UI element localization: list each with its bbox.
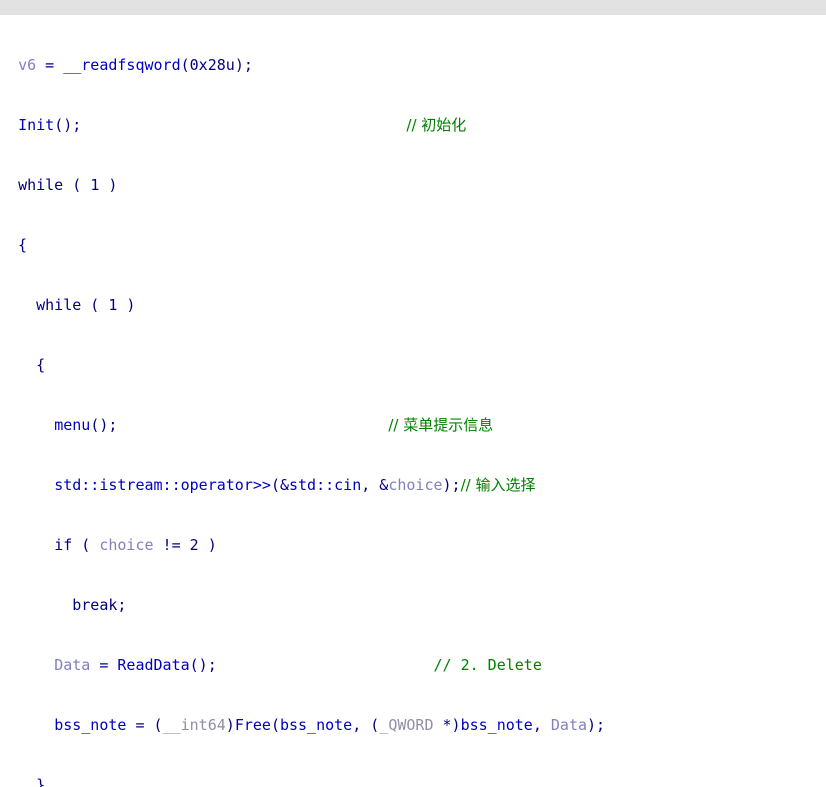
token-function[interactable]: menu [54, 416, 90, 434]
code-line[interactable]: std::istream::operator>>(&std::cin, &cho… [0, 475, 826, 495]
code-line[interactable]: menu(); // 菜单提示信息 [0, 415, 826, 435]
token-function[interactable]: Init [18, 116, 54, 134]
pseudocode-view[interactable]: v6 = __readfsqword(0x28u); Init(); // 初始… [0, 15, 826, 787]
code-line[interactable]: while ( 1 ) [0, 175, 826, 195]
title-bar [0, 0, 826, 15]
token-variable[interactable]: Data [551, 716, 587, 734]
code-comment: // 初始化 [406, 116, 467, 134]
token-function[interactable]: std::istream::operator>> [54, 476, 271, 494]
code-line[interactable]: v6 = __readfsqword(0x28u); [0, 55, 826, 75]
code-line[interactable]: while ( 1 ) [0, 295, 826, 315]
code-line[interactable]: { [0, 235, 826, 255]
token-variable[interactable]: Data [54, 656, 90, 674]
code-line[interactable]: bss_note = (__int64)Free(bss_note, (_QWO… [0, 715, 826, 735]
token-variable[interactable]: v6 [18, 56, 36, 74]
code-comment: // 菜单提示信息 [388, 416, 494, 434]
token-function[interactable]: ReadData [117, 656, 189, 674]
code-comment: // 2. Delete [433, 656, 542, 674]
code-line[interactable]: { [0, 355, 826, 375]
token-variable[interactable]: choice [388, 476, 442, 494]
code-line[interactable]: Data = ReadData(); // 2. Delete [0, 655, 826, 675]
code-line[interactable]: if ( choice != 2 ) [0, 535, 826, 555]
code-line[interactable]: } [0, 775, 826, 787]
token-function[interactable]: __readfsqword [63, 56, 180, 74]
token-variable[interactable]: choice [99, 536, 153, 554]
code-line[interactable]: Init(); // 初始化 [0, 115, 826, 135]
code-comment: // 输入选择 [460, 476, 536, 494]
token-function[interactable]: Free [235, 716, 271, 734]
code-line[interactable]: break; [0, 595, 826, 615]
